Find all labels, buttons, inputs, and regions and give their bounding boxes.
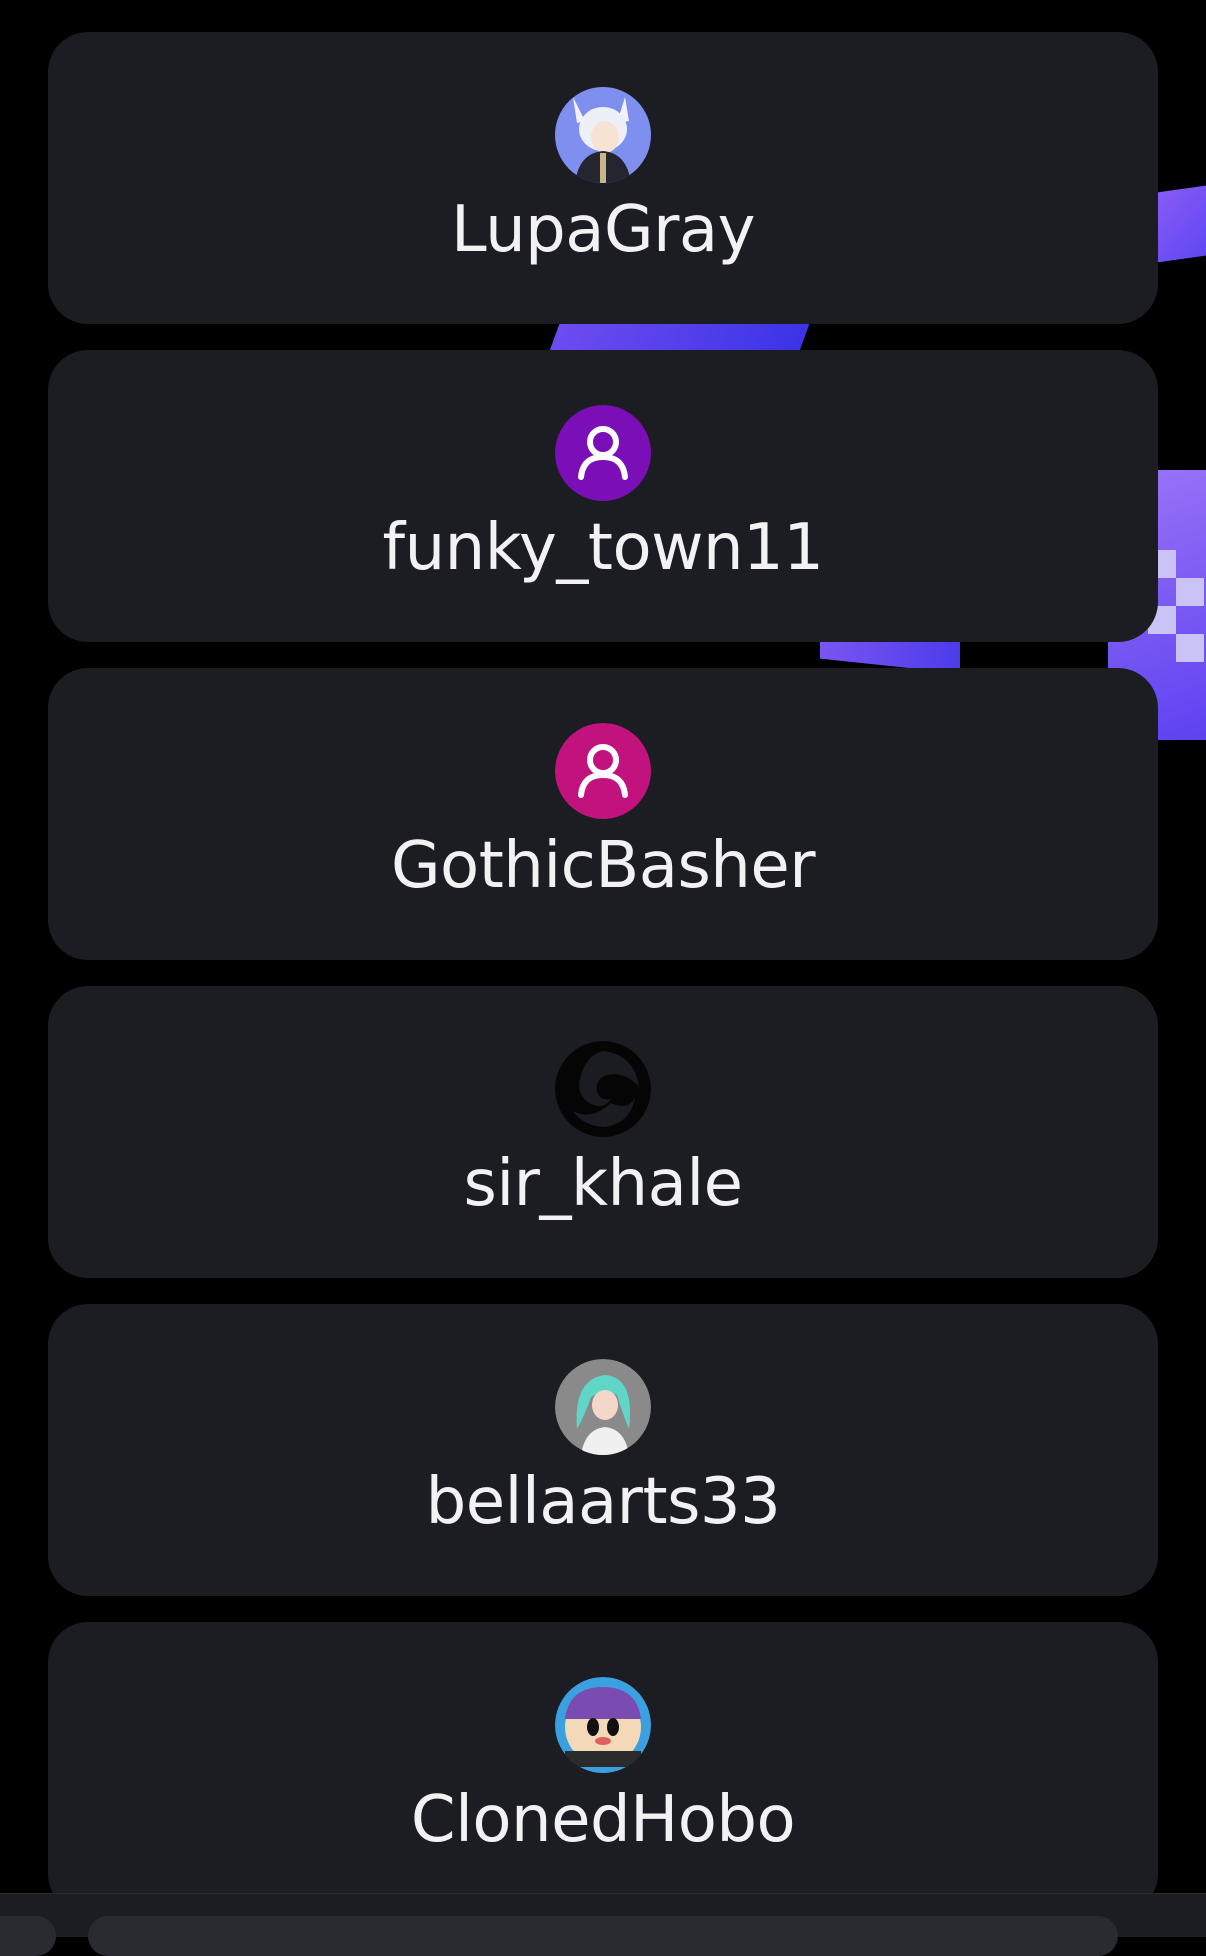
user-card[interactable]: sir_khale [48, 986, 1158, 1278]
avatar [555, 1041, 651, 1137]
username: bellaarts33 [425, 1465, 781, 1539]
avatar [555, 405, 651, 501]
username: funky_town11 [382, 511, 824, 585]
swirl-emblem-icon [555, 1041, 651, 1137]
user-card[interactable]: bellaarts33 [48, 1304, 1158, 1596]
user-card[interactable]: funky_town11 [48, 350, 1158, 642]
anime-girl-avatar-icon [555, 1359, 651, 1455]
user-card[interactable]: LupaGray [48, 32, 1158, 324]
background-decoration [1150, 176, 1206, 264]
avatar [555, 723, 651, 819]
avatar [555, 87, 651, 183]
default-user-icon [555, 405, 651, 501]
anime-character-avatar-icon [555, 87, 651, 183]
gaming-mascot-avatar-icon [555, 1677, 651, 1773]
bottom-input[interactable] [88, 1916, 1118, 1956]
user-list: LupaGray funky_town11 GothicBasher sir_k… [48, 32, 1158, 1940]
avatar [555, 1677, 651, 1773]
user-card[interactable]: GothicBasher [48, 668, 1158, 960]
bottom-button[interactable] [0, 1916, 56, 1956]
username: sir_khale [463, 1147, 743, 1221]
username: ClonedHobo [410, 1783, 796, 1857]
avatar [555, 1359, 651, 1455]
default-user-icon [555, 723, 651, 819]
username: GothicBasher [390, 829, 816, 903]
username: LupaGray [451, 193, 755, 267]
user-card[interactable]: ClonedHobo [48, 1622, 1158, 1914]
